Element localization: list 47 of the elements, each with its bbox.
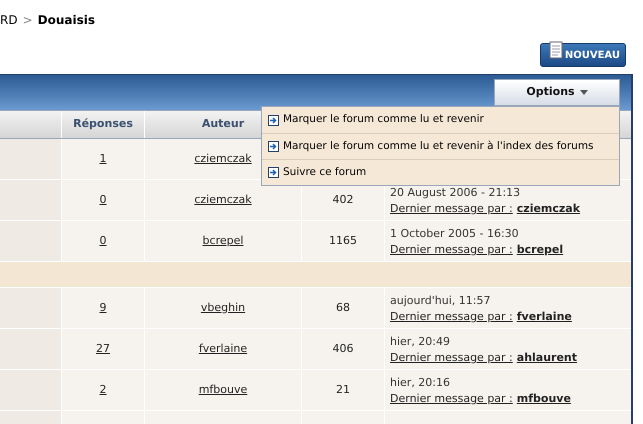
replies-link[interactable]: 9 [100,300,106,316]
replies-link[interactable]: 27 [96,340,110,358]
last-post-date: hier, 20:16 [390,375,452,391]
views-count: 1165 [329,232,357,249]
views-count: 406 [332,340,354,357]
replies-link[interactable]: 1 [100,150,106,168]
menu-item[interactable]: Suivre ce forum [262,159,619,185]
breadcrumb-link[interactable]: RD [0,11,18,29]
last-poster-link[interactable]: mfbouve [516,391,571,407]
arrow-icon [268,167,279,178]
author-link[interactable]: fverlaine [198,340,248,358]
last-poster-link[interactable]: ahlaurent [516,350,578,366]
views-count: 21 [336,382,350,398]
views-count: 68 [336,300,350,316]
caret-icon [580,90,588,95]
last-post-date: 20 August 2006 - 21:13 [390,185,522,201]
last-post-link[interactable]: Dernier message par : [390,350,513,366]
author-link[interactable]: cziemczak [194,150,252,168]
options-button[interactable]: Options [494,79,620,106]
document-icon [549,41,563,59]
breadcrumb-current: Douaisis [38,12,95,29]
column-header[interactable]: Auteur [202,116,244,133]
menu-item[interactable]: Marquer le forum comme lu et revenir à l'index des forums [262,133,619,159]
last-post-link[interactable]: Dernier message par : [390,201,513,217]
arrow-icon [268,141,279,152]
last-post-link[interactable]: Dernier message par : [390,242,513,258]
last-poster-link[interactable]: bcrepel [516,242,564,258]
author-link[interactable]: cziemczak [194,192,252,208]
last-post-link[interactable]: Dernier message par : [390,309,513,325]
last-post-date: hier, 20:49 [390,334,452,350]
last-post-date: 1 October 2005 - 16:30 [390,226,520,242]
new-topic-button[interactable]: NOUVEAU [540,43,626,67]
column-header[interactable]: Réponses [73,116,133,133]
replies-link[interactable]: 0 [100,192,106,208]
replies-link[interactable]: 0 [100,232,106,250]
author-link[interactable]: bcrepel [202,232,244,250]
replies-link[interactable]: 2 [100,382,106,398]
breadcrumb-separator: > [22,12,33,29]
last-post-date: aujourd'hui, 11:57 [390,293,492,309]
last-poster-link[interactable]: fverlaine [516,309,572,325]
views-count: 402 [332,192,354,208]
last-poster-link[interactable]: cziemczak [516,201,580,217]
menu-item[interactable]: Marquer le forum comme lu et revenir [262,107,619,133]
last-post-link[interactable]: Dernier message par : [390,391,513,407]
author-link[interactable]: vbeghin [200,300,246,316]
author-link[interactable]: mfbouve [198,382,248,398]
arrow-icon [268,114,279,126]
